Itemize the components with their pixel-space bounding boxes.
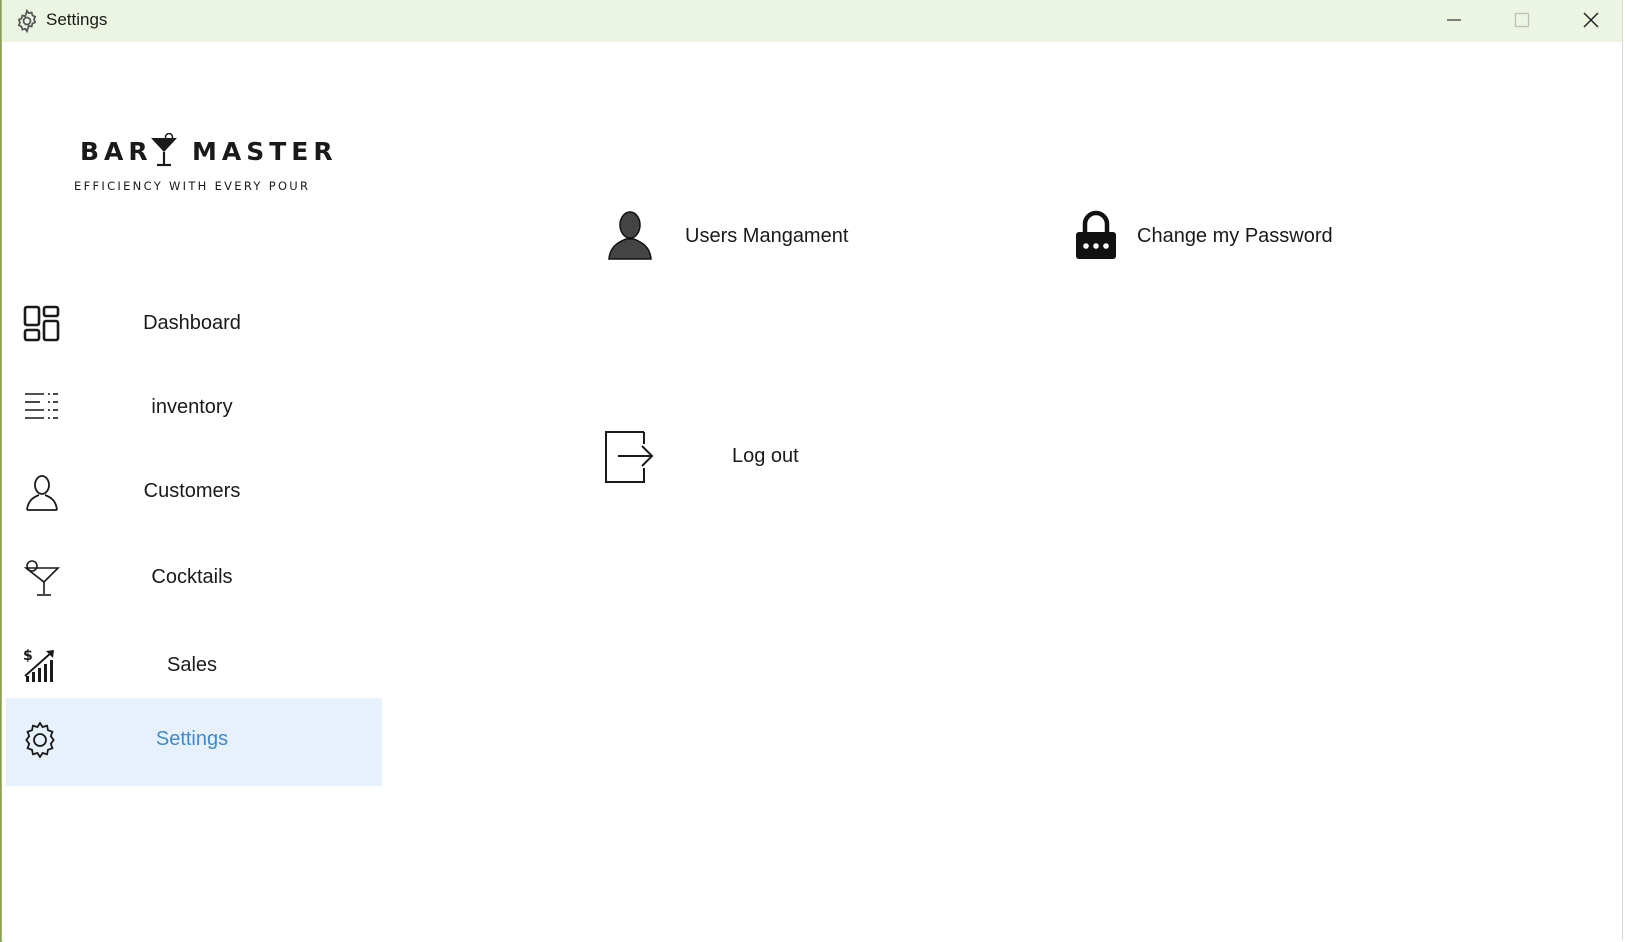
- user-silhouette-icon: [608, 211, 652, 260]
- minimize-icon: [1447, 19, 1461, 21]
- sidebar-item-label: Customers: [143, 480, 241, 502]
- brand-logo: BAR MASTER EFFICIENCY WITH EVERY POUR: [62, 133, 352, 217]
- settings-window: Settings BAR MASTER EFFICIENCY WITH EVER…: [2, 0, 1623, 940]
- sidebar-item-dashboard[interactable]: Dashboard: [2, 282, 382, 368]
- close-button[interactable]: [1557, 0, 1625, 40]
- sidebar-item-customers[interactable]: Customers: [2, 450, 382, 536]
- sidebar-item-label: Dashboard: [143, 312, 241, 334]
- gear-icon: [25, 721, 55, 759]
- maximize-icon: [1514, 12, 1530, 28]
- cocktail-glass-icon: [23, 560, 60, 596]
- close-icon: [1583, 12, 1599, 28]
- brand-tagline: EFFICIENCY WITH EVERY POUR: [74, 179, 311, 193]
- dashboard-grid-icon: [23, 305, 60, 342]
- gear-icon: [17, 8, 37, 34]
- martini-glass-icon: [151, 133, 177, 167]
- logout-label: Log out: [732, 445, 799, 467]
- window-title: Settings: [46, 10, 108, 29]
- sidebar-item-settings[interactable]: Settings: [6, 698, 382, 786]
- person-outline-icon: [26, 475, 58, 511]
- users-management-label: Users Mangament: [685, 225, 849, 247]
- sidebar: BAR MASTER EFFICIENCY WITH EVERY POUR Da…: [2, 42, 382, 940]
- brand-left-word: BAR: [80, 137, 153, 166]
- sidebar-item-label: inventory: [151, 396, 233, 418]
- change-password-button[interactable]: Change my Password: [1074, 210, 1374, 264]
- sidebar-item-inventory[interactable]: inventory: [2, 366, 382, 452]
- sidebar-item-label: Sales: [166, 654, 218, 676]
- change-password-label: Change my Password: [1137, 225, 1333, 247]
- sales-chart-icon: $: [23, 648, 54, 682]
- maximize-button[interactable]: [1488, 0, 1556, 40]
- sidebar-item-cocktails[interactable]: Cocktails: [2, 536, 382, 622]
- logout-button[interactable]: Log out: [604, 428, 824, 484]
- list-icon: [25, 393, 58, 419]
- sidebar-item-label: Settings: [155, 728, 229, 750]
- minimize-button[interactable]: [1420, 0, 1488, 40]
- brand-right-word: MASTER: [192, 137, 338, 166]
- svg-text:$: $: [23, 648, 33, 664]
- padlock-icon: [1076, 210, 1116, 259]
- logout-arrow-icon: [605, 431, 654, 483]
- sidebar-item-label: Cocktails: [151, 566, 233, 588]
- users-management-button[interactable]: Users Mangament: [607, 210, 887, 264]
- title-bar: Settings: [2, 0, 1622, 42]
